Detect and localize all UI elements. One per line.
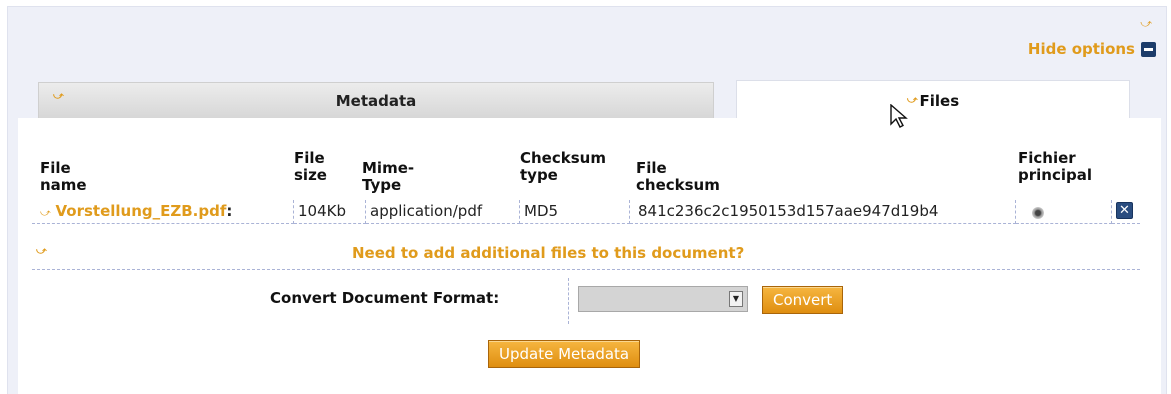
col-fichier-principal: Fichier principal [1018, 149, 1092, 184]
update-metadata-button[interactable]: Update Metadata [488, 340, 641, 368]
checksum-type-cell: MD5 [520, 200, 630, 224]
col-file-size: File size [294, 149, 327, 184]
convert-button[interactable]: Convert [762, 286, 844, 314]
col-checksum-type: Checksum type [520, 149, 606, 184]
hide-options-link[interactable]: Hide options [1028, 40, 1156, 58]
tab-files[interactable]: ⤻ Files [736, 80, 1130, 120]
convert-format-label: Convert Document Format: [270, 289, 500, 307]
add-files-link[interactable]: Need to add additional files to this doc… [352, 244, 744, 262]
tab-files-label: Files [919, 91, 960, 110]
file-name-link[interactable]: Vorstellung_EZB.pdf [55, 202, 226, 220]
delete-x-icon[interactable]: ✕ [1116, 202, 1133, 219]
hide-options-label: Hide options [1027, 40, 1135, 58]
convert-format-select[interactable]: ▼ [578, 286, 748, 312]
file-checksum-cell: 841c236c2c1950153d157aae947d19b4 [630, 200, 1016, 224]
add-files-row: ⤻ Need to add additional files to this d… [32, 240, 1140, 270]
arrow-icon: ⤻ [40, 208, 51, 219]
mime-type-cell: application/pdf [366, 200, 520, 224]
delete-cell: ✕ [1112, 200, 1140, 224]
principal-cell [1016, 200, 1112, 224]
chevron-down-icon[interactable]: ▼ [729, 291, 743, 307]
col-file-name: File name [40, 159, 87, 194]
file-size-cell: 104Kb [294, 200, 366, 224]
arrow-icon: ⤻ [36, 246, 47, 257]
tab-metadata[interactable]: ⤻ Metadata [38, 82, 714, 118]
col-file-checksum: File checksum [636, 159, 720, 194]
tab-metadata-label: Metadata [335, 91, 417, 110]
mouse-cursor-icon [890, 104, 908, 128]
files-content: File name File size Mime-Type Checksum t… [18, 118, 1161, 394]
arrow-icon: ⤻ [53, 91, 64, 102]
convert-divider [568, 278, 569, 324]
col-mime-type: Mime-Type [362, 159, 415, 194]
file-name-separator: : [226, 202, 233, 220]
minus-square-icon [1141, 41, 1156, 57]
principal-radio[interactable] [1032, 206, 1044, 219]
corner-arrow-icon: ⤻ [1140, 17, 1152, 30]
